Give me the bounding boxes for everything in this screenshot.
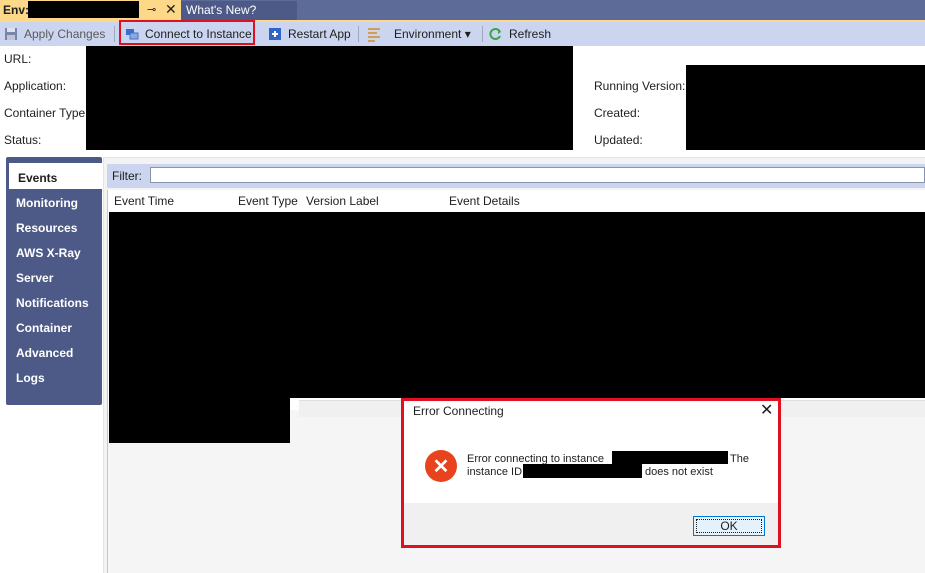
filter-label: Filter:	[112, 169, 142, 183]
redacted-event-rows-tail	[109, 398, 290, 443]
tab-whats-new[interactable]: What's New?	[181, 1, 297, 20]
status-label: Status:	[4, 133, 42, 147]
redacted-event-rows	[109, 212, 925, 398]
apply-changes-label: Apply Changes	[24, 27, 106, 41]
url-label: URL:	[4, 52, 32, 66]
filter-input[interactable]	[150, 167, 925, 183]
nav-item-server[interactable]: Server	[16, 271, 53, 285]
toolbar-separator	[482, 26, 483, 42]
pin-icon[interactable]: ⊸	[147, 3, 156, 16]
dialog-highlight	[401, 398, 781, 548]
application-label: Application:	[4, 79, 67, 93]
redacted-version-details	[686, 65, 925, 150]
nav-item-logs[interactable]: Logs	[16, 371, 45, 385]
container-type-label: Container Type:	[4, 106, 89, 120]
restart-icon	[268, 27, 282, 41]
updated-label: Updated:	[594, 133, 643, 147]
restart-app-button[interactable]: Restart App	[268, 22, 351, 46]
nav-item-events-label: Events	[18, 171, 58, 185]
apply-changes-button[interactable]: Apply Changes	[4, 22, 105, 46]
tab-environment-label: Env:	[3, 3, 30, 17]
toolbar-separator	[358, 26, 359, 42]
connect-button-highlight	[119, 20, 255, 45]
environment-dropdown-button[interactable]: Environment ▾	[367, 22, 471, 46]
refresh-button[interactable]: Refresh	[489, 22, 551, 46]
column-header-version-label[interactable]: Version Label	[306, 194, 379, 208]
created-label: Created:	[594, 106, 641, 120]
restart-app-label: Restart App	[288, 27, 351, 41]
redacted-environment-details	[86, 46, 573, 150]
nav-item-resources[interactable]: Resources	[16, 221, 77, 235]
save-icon	[4, 27, 18, 41]
column-header-event-time[interactable]: Event Time	[114, 194, 174, 208]
nav-item-monitoring[interactable]: Monitoring	[16, 196, 78, 210]
toolbar-separator	[114, 26, 115, 42]
refresh-label: Refresh	[509, 27, 552, 41]
nav-item-aws-x-ray[interactable]: AWS X-Ray	[16, 246, 81, 260]
close-tab-icon[interactable]: ✕	[165, 1, 177, 18]
refresh-icon	[489, 27, 503, 41]
column-header-event-type[interactable]: Event Type	[238, 194, 298, 208]
nav-item-container[interactable]: Container	[16, 321, 72, 335]
redacted-environment-name	[28, 1, 139, 18]
environment-icon	[367, 27, 381, 42]
running-version-label: Running Version:	[594, 79, 686, 93]
column-header-event-details[interactable]: Event Details	[449, 194, 520, 208]
nav-item-advanced[interactable]: Advanced	[16, 346, 73, 360]
environment-label: Environment ▾	[394, 27, 471, 41]
tab-whats-new-label: What's New?	[186, 3, 257, 17]
nav-item-notifications[interactable]: Notifications	[16, 296, 89, 310]
